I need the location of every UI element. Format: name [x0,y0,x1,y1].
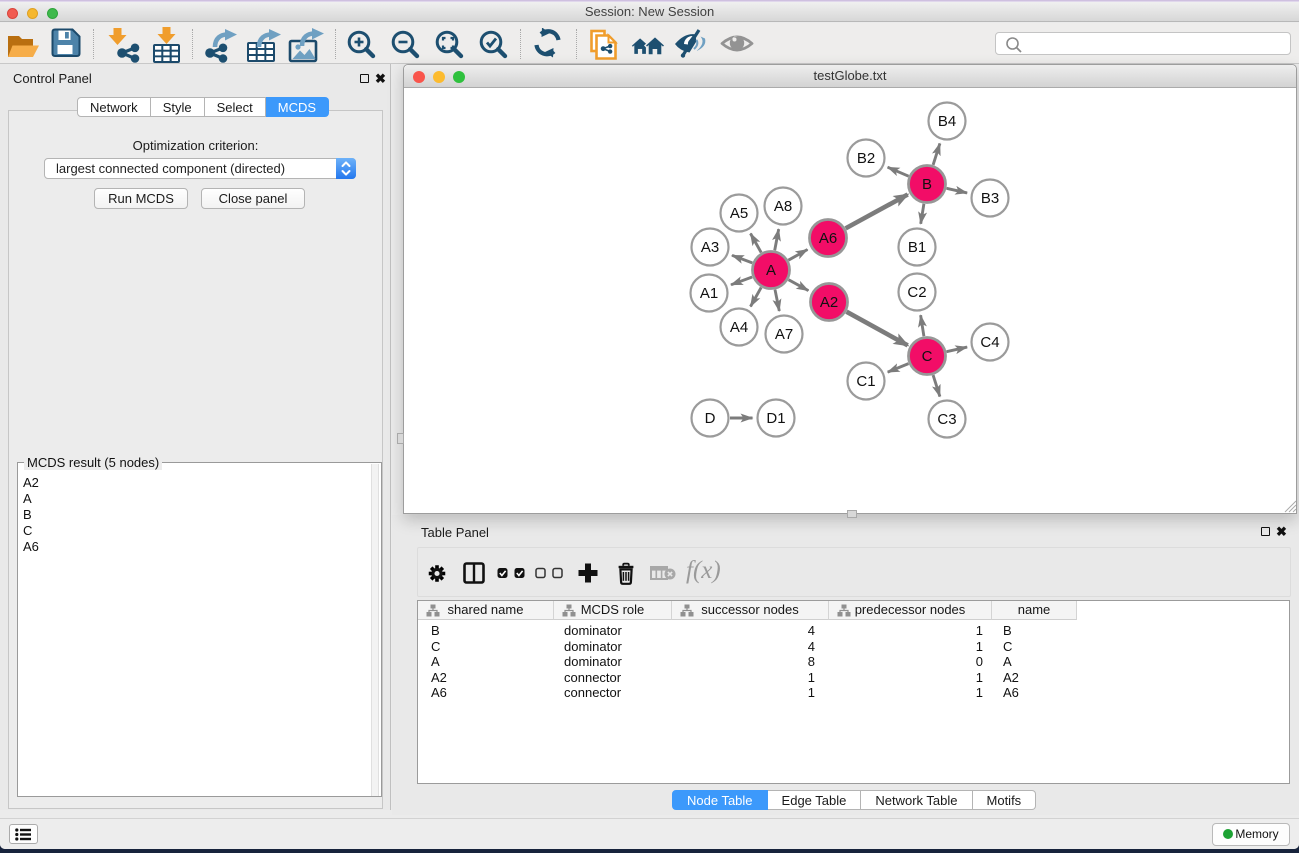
svg-text:C: C [922,348,933,365]
svg-text:B3: B3 [981,190,999,207]
svg-text:C1: C1 [856,373,875,390]
svg-text:B: B [922,176,932,193]
svg-text:A3: A3 [701,239,719,256]
svg-text:A5: A5 [730,205,748,222]
svg-text:A1: A1 [700,285,718,302]
svg-text:D: D [705,410,716,427]
svg-text:B2: B2 [857,150,875,167]
svg-text:A8: A8 [774,198,792,215]
svg-text:C4: C4 [980,334,999,351]
svg-text:A2: A2 [820,294,838,311]
svg-text:B1: B1 [908,239,926,256]
svg-text:D1: D1 [766,410,785,427]
svg-text:A4: A4 [730,319,748,336]
svg-text:C2: C2 [907,284,926,301]
svg-text:A: A [766,262,776,279]
svg-text:A6: A6 [819,230,837,247]
svg-text:C3: C3 [937,411,956,428]
svg-text:B4: B4 [938,113,956,130]
svg-text:A7: A7 [775,326,793,343]
